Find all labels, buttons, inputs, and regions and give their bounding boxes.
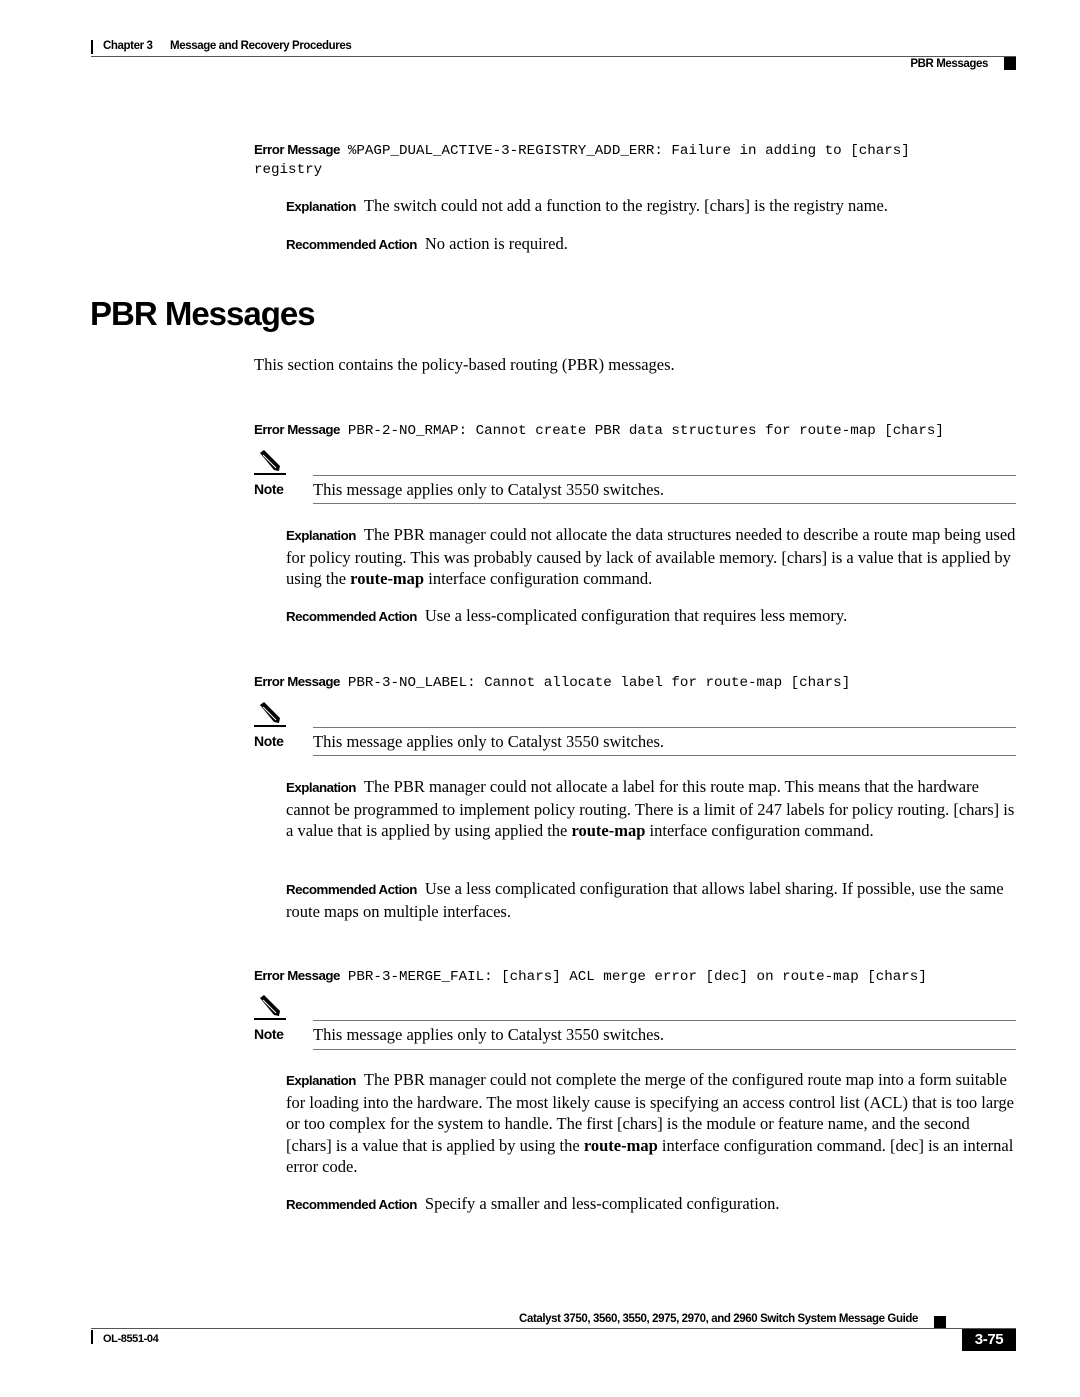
action-no-rmap: Recommended Action Use a less-complicated… (286, 605, 1016, 628)
note-text: This message applies only to Catalyst 35… (313, 732, 665, 751)
action-text: Use a less-complicated configuration tha… (424, 606, 848, 625)
note-label: Note (254, 481, 284, 497)
command-keyword: route-map (583, 1135, 658, 1155)
header-left-bar (91, 40, 93, 54)
error-code: %PAGP_DUAL_ACTIVE-3-REGISTRY_ADD_ERR: Fa… (347, 143, 910, 159)
note-rule-bottom (313, 503, 1016, 504)
note-rule-bottom (313, 755, 1016, 756)
action-text: No action is required. (424, 234, 568, 253)
footer-right-block (934, 1316, 946, 1328)
footer-rule (91, 1328, 1016, 1329)
header-section: PBR Messages (910, 58, 988, 70)
section-intro: This section contains the policy-based r… (254, 355, 675, 374)
explanation-pagp: Explanation The switch could not add a fu… (286, 195, 1016, 218)
section-title: PBR Messages (90, 295, 316, 332)
chapter-title: Message and Recovery Procedures (170, 40, 352, 52)
note-rule-top (313, 475, 1016, 476)
error-message-label: Error Message (254, 142, 340, 157)
explanation-label: Explanation (286, 199, 356, 214)
footer-guide-title: Catalyst 3750, 3560, 3550, 2975, 2970, a… (519, 1313, 918, 1325)
error-message-no-rmap: Error Message PBR-2-NO_RMAP: Cannot creat… (254, 420, 1024, 441)
header-right-block (1004, 57, 1016, 70)
action-pagp: Recommended Action No action is required. (286, 233, 1016, 256)
note-label: Note (254, 733, 284, 749)
header-chapter: Chapter 3 Message and Recovery Procedure… (103, 40, 352, 52)
error-message-no-label: Error Message PBR-3-NO_LABEL: Cannot allo… (254, 672, 1024, 693)
explanation-text: The switch could not add a function to t… (363, 196, 888, 215)
error-message-merge-fail: Error Message PBR-3-MERGE_FAIL: [chars] A… (254, 966, 1024, 987)
explanation-label: Explanation (286, 780, 356, 795)
note-label: Note (254, 1026, 284, 1042)
pencil-icon (254, 450, 286, 475)
explanation-label: Explanation (286, 528, 356, 543)
footer-doc-number: OL-8551-04 (103, 1333, 159, 1345)
error-message-label: Error Message (254, 422, 340, 437)
note-text: This message applies only to Catalyst 35… (313, 1025, 665, 1044)
error-message-label: Error Message (254, 968, 340, 983)
note-rule-bottom (313, 1049, 1016, 1050)
chapter-number: Chapter 3 (103, 40, 153, 52)
action-label: Recommended Action (286, 1197, 417, 1212)
explanation-merge-fail: Explanation The PBR manager could not com… (286, 1069, 1016, 1178)
error-message-pagp: Error Message %PAGP_DUAL_ACTIVE-3-REGISTR… (254, 140, 1024, 161)
error-code-continued: registry (254, 162, 323, 178)
command-keyword: route-map (350, 569, 425, 588)
action-no-label: Recommended Action Use a less complicated… (286, 878, 1016, 922)
error-message-label: Error Message (254, 674, 340, 689)
pencil-icon (254, 702, 286, 727)
explanation-text-post: interface configuration command. (424, 569, 653, 588)
note-rule-top (313, 727, 1016, 728)
note-text: This message applies only to Catalyst 35… (313, 480, 665, 499)
explanation-no-rmap: Explanation The PBR manager could not all… (286, 524, 1016, 590)
explanation-text-post: interface configuration command. (645, 821, 874, 840)
error-code: PBR-3-NO_LABEL: Cannot allocate label fo… (347, 675, 851, 691)
action-text: Specify a smaller and less-complicated c… (424, 1194, 780, 1213)
note-rule-top (313, 1020, 1016, 1021)
page-number: 3-75 (962, 1329, 1016, 1351)
explanation-label: Explanation (286, 1073, 356, 1088)
explanation-no-label: Explanation The PBR manager could not all… (286, 776, 1016, 842)
command-keyword: route-map (571, 821, 646, 840)
action-label: Recommended Action (286, 237, 417, 252)
footer-left-bar (91, 1330, 93, 1344)
error-code: PBR-2-NO_RMAP: Cannot create PBR data st… (347, 423, 944, 439)
header-rule (91, 56, 1016, 57)
action-merge-fail: Recommended Action Specify a smaller and … (286, 1193, 1016, 1216)
action-label: Recommended Action (286, 882, 417, 897)
action-label: Recommended Action (286, 609, 417, 624)
pencil-icon (254, 995, 286, 1020)
error-code: PBR-3-MERGE_FAIL: [chars] ACL merge erro… (347, 969, 927, 985)
